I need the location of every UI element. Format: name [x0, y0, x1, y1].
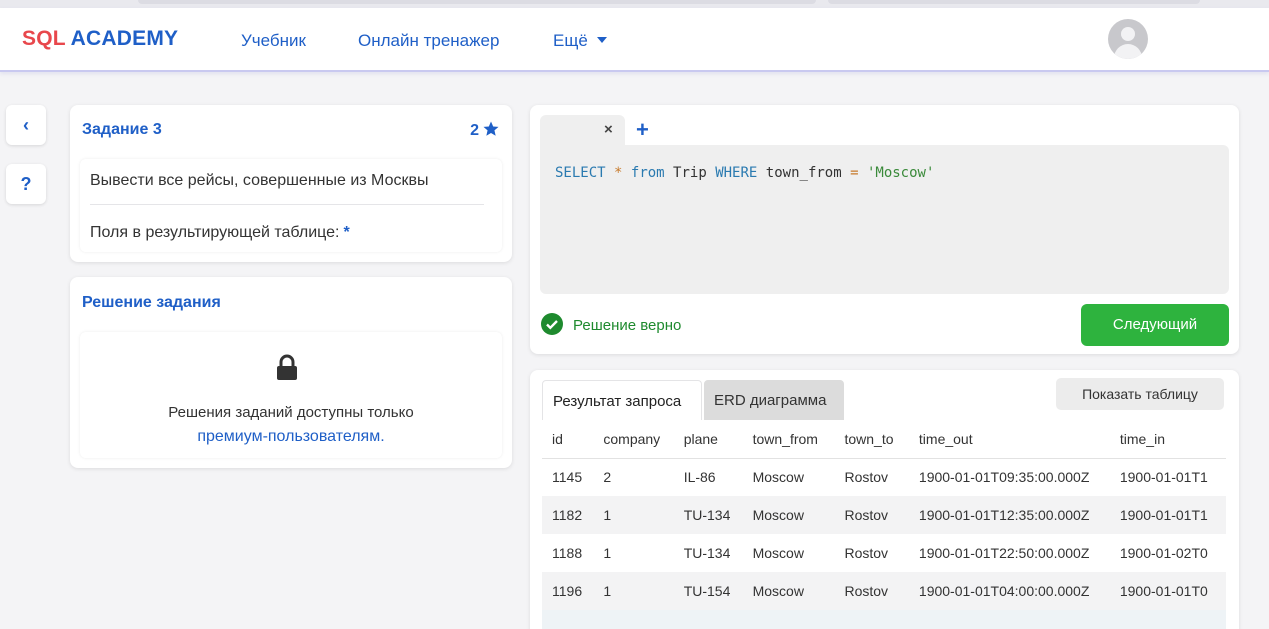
- column-header: time_in: [1109, 420, 1226, 459]
- next-button[interactable]: Следующий: [1081, 304, 1229, 346]
- column-header: town_to: [834, 420, 909, 459]
- avatar-body: [1114, 44, 1142, 59]
- table-cell: Moscow: [742, 572, 835, 610]
- results-table-container[interactable]: id company plane town_from town_to time_…: [542, 420, 1226, 629]
- chevron-down-icon: [596, 37, 607, 43]
- star-icon: [483, 121, 499, 136]
- sql-identifier: town_from: [765, 165, 842, 181]
- chevron-left-icon: ‹: [23, 115, 29, 135]
- table-cell: Rostov: [834, 572, 909, 610]
- column-header: plane: [673, 420, 743, 459]
- table-cell: 1900-01-01T1: [1109, 496, 1226, 534]
- table-cell: 1: [593, 534, 674, 572]
- table-cell: Rostov: [834, 458, 909, 496]
- table-cell: Moscow: [742, 496, 835, 534]
- divider: [90, 204, 484, 205]
- table-row: 1196 1 TU-154 Moscow Rostov 1900-01-01T0…: [542, 572, 1226, 610]
- show-table-button[interactable]: Показать таблицу: [1056, 378, 1224, 410]
- lock-icon: [277, 354, 297, 380]
- table-cell: 1900-01-02T0: [1109, 534, 1226, 572]
- table-cell: Moscow: [742, 534, 835, 572]
- table-cell: 1182: [542, 496, 594, 534]
- column-header: time_out: [908, 420, 1110, 459]
- sql-operator: *: [614, 165, 623, 181]
- table-cell: Rostov: [834, 496, 909, 534]
- table-cell: 1: [593, 496, 674, 534]
- table-cell: 1900-01-01T1: [1109, 458, 1226, 496]
- task-description: Вывести все рейсы, совершенные из Москвы: [90, 172, 429, 189]
- sql-query: SELECT * from Trip WHERE town_from = 'Mo…: [555, 165, 934, 181]
- sql-keyword: from: [630, 165, 665, 181]
- site-header: SQL ACADEMY Учебник Онлайн тренажер Ещё: [0, 8, 1269, 72]
- help-button[interactable]: ?: [6, 164, 46, 204]
- solution-card: Решение задания Решения заданий доступны…: [70, 277, 512, 468]
- sql-operator: =: [850, 165, 859, 181]
- task-fields-value: *: [343, 224, 350, 241]
- task-score-value: 2: [470, 122, 479, 139]
- close-icon[interactable]: ×: [604, 121, 613, 138]
- premium-link[interactable]: премиум-пользователям.: [80, 428, 502, 446]
- table-header-row: id company plane town_from town_to time_…: [542, 420, 1226, 459]
- status-message: Решение верно: [573, 317, 682, 334]
- table-cell: 2: [593, 458, 674, 496]
- tab-query-result[interactable]: Результат запроса: [542, 380, 702, 420]
- top-strip-segment: [138, 0, 816, 4]
- task-fields-label: Поля в результирующей таблице:: [90, 224, 340, 241]
- browser-top-strip: [0, 0, 1269, 8]
- table-cell: 1196: [542, 572, 594, 610]
- table-cell: 1: [593, 572, 674, 610]
- table-cell: 1900-01-01T09:35:00.000Z: [908, 458, 1110, 496]
- user-avatar[interactable]: [1108, 19, 1148, 59]
- task-card: Задание 3 2 Вывести все рейсы, совершенн…: [70, 105, 512, 262]
- table-row: 1188 1 TU-134 Moscow Rostov 1900-01-01T2…: [542, 534, 1226, 572]
- task-body: Вывести все рейсы, совершенные из Москвы…: [80, 159, 502, 252]
- logo-sql: SQL: [22, 27, 66, 50]
- sql-keyword: WHERE: [715, 165, 758, 181]
- nav-more-label: Ещё: [553, 31, 588, 50]
- task-title: Задание 3: [82, 121, 162, 138]
- sql-editor[interactable]: SELECT * from Trip WHERE town_from = 'Mo…: [540, 145, 1229, 294]
- nav-tutorial[interactable]: Учебник: [241, 31, 306, 51]
- avatar-head: [1121, 27, 1135, 41]
- nav-online-trainer[interactable]: Онлайн тренажер: [358, 31, 499, 51]
- solution-body: Решения заданий доступны только премиум-…: [80, 332, 502, 458]
- task-fields: Поля в результирующей таблице: *: [90, 224, 350, 242]
- task-score: 2: [470, 120, 500, 140]
- column-header: company: [593, 420, 674, 459]
- top-strip-segment: [828, 0, 1200, 4]
- table-cell: 1188: [542, 534, 594, 572]
- tab-erd-diagram[interactable]: ERD диаграмма: [704, 380, 844, 420]
- table-cell: 1900-01-01T22:50:00.000Z: [908, 534, 1110, 572]
- table-row: 1145 2 IL-86 Moscow Rostov 1900-01-01T09…: [542, 458, 1226, 496]
- column-header: id: [542, 420, 594, 459]
- back-button[interactable]: ‹: [6, 105, 46, 145]
- logo[interactable]: SQL ACADEMY: [22, 27, 178, 51]
- table-cell: TU-134: [673, 534, 743, 572]
- table-cell: 1900-01-01T12:35:00.000Z: [908, 496, 1110, 534]
- logo-academy: ACADEMY: [70, 27, 179, 50]
- table-cell: 1900-01-01T04:00:00.000Z: [908, 572, 1110, 610]
- nav-more[interactable]: Ещё: [553, 31, 607, 51]
- solution-title: Решение задания: [82, 294, 221, 311]
- sql-string: 'Moscow': [866, 165, 935, 181]
- results-card: Результат запроса ERD диаграмма Показать…: [530, 370, 1239, 629]
- table-cell: IL-86: [673, 458, 743, 496]
- question-icon: ?: [20, 174, 32, 194]
- table-cell: TU-134: [673, 496, 743, 534]
- sql-keyword: SELECT: [555, 165, 606, 181]
- table-cell: 1900-01-01T0: [1109, 572, 1226, 610]
- sql-identifier: Trip: [673, 165, 707, 181]
- column-header: town_from: [742, 420, 835, 459]
- table-cell: Moscow: [742, 458, 835, 496]
- add-tab-icon[interactable]: +: [636, 117, 649, 143]
- check-circle-icon: [541, 313, 563, 335]
- table-cell: 1145: [542, 458, 594, 496]
- table-cell: TU-154: [673, 572, 743, 610]
- editor-card: × + SELECT * from Trip WHERE town_from =…: [530, 105, 1239, 354]
- results-table: id company plane town_from town_to time_…: [542, 420, 1226, 610]
- table-row: 1182 1 TU-134 Moscow Rostov 1900-01-01T1…: [542, 496, 1226, 534]
- locked-message: Решения заданий доступны только: [168, 404, 414, 421]
- table-cell: Rostov: [834, 534, 909, 572]
